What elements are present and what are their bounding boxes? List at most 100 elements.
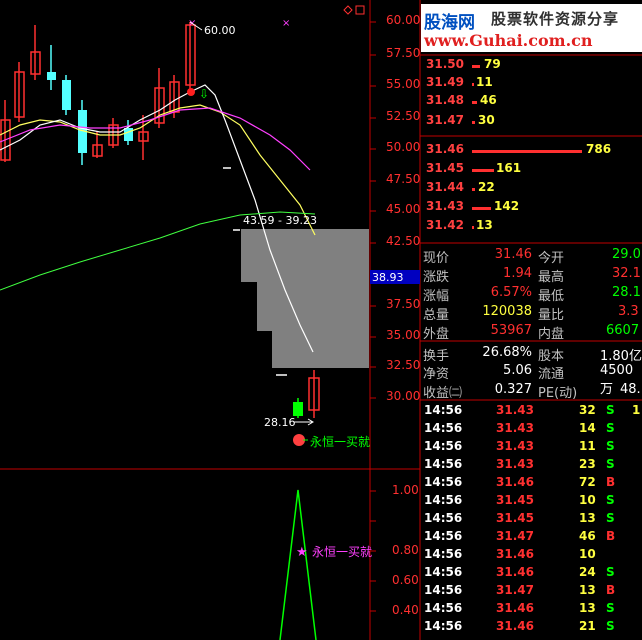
down-arrow-icon: ⇩	[199, 87, 209, 101]
tick-vol: 10	[579, 493, 596, 507]
axis-label: 52.50	[386, 109, 421, 123]
axis-label: 55.00	[386, 77, 421, 91]
quote-label: 收益㈡	[423, 386, 463, 401]
axis-label: 50.00	[386, 140, 421, 154]
quote-label: PE(动)	[538, 386, 578, 401]
tick-vol: 24	[579, 565, 596, 579]
tick-row: 14:56 31.43 23 S	[422, 457, 642, 475]
tick-row: 14:56 31.46 13 S	[422, 601, 642, 619]
range-box	[272, 331, 369, 368]
tick-time: 14:56	[424, 529, 463, 543]
quote-label: 涨跌	[423, 270, 450, 285]
bid-volume: 142	[494, 199, 520, 213]
ask-price: 31.47	[426, 113, 464, 127]
tick-row: 14:56 31.47 46 B	[422, 529, 642, 547]
bid-price: 31.42	[426, 218, 464, 232]
bid-volume: 22	[478, 180, 495, 194]
tick-vol: 23	[579, 457, 596, 471]
quote-label: 换手	[423, 349, 450, 364]
quote-label: 净资	[423, 367, 450, 382]
tick-price: 31.45	[496, 493, 534, 507]
ask-bar	[472, 121, 475, 124]
tick-time: 14:56	[424, 547, 463, 561]
axis-label: 0.80	[392, 543, 419, 557]
quote-label: 今开	[538, 251, 565, 266]
ask-volume: 46	[480, 93, 497, 107]
quote-value: 1.94	[503, 266, 532, 281]
diamond-icon	[343, 5, 353, 15]
quote-label: 内盘	[538, 327, 565, 342]
axis-label: 45.00	[386, 202, 421, 216]
ask-bar	[472, 65, 480, 68]
tick-side: S	[606, 511, 615, 525]
bid-volume: 13	[476, 218, 493, 232]
tick-row: 14:56 31.46 10	[422, 547, 642, 565]
axis-label: 35.00	[386, 328, 421, 342]
quote-value: 0.327	[494, 382, 532, 397]
bid-volume: 786	[586, 142, 612, 156]
tick-side: S	[606, 421, 615, 435]
tick-extra: 1	[632, 403, 641, 417]
tick-price: 31.47	[496, 583, 534, 597]
tick-row: 14:56 31.47 13 B	[422, 583, 642, 601]
quote-label: 最低	[538, 289, 565, 304]
quote-value: 6.57%	[490, 285, 532, 300]
bid-price: 31.44	[426, 180, 464, 194]
tick-side: S	[606, 493, 615, 507]
tick-price: 31.46	[496, 565, 534, 579]
tick-price: 31.46	[496, 475, 534, 489]
tick-vol: 13	[579, 601, 596, 615]
tick-side: S	[606, 565, 615, 579]
quote-label: 外盘	[423, 327, 450, 342]
tick-time: 14:56	[424, 601, 463, 615]
tick-time: 14:56	[424, 619, 463, 633]
tick-row: 14:56 31.46 24 S	[422, 565, 642, 583]
tick-time: 14:56	[424, 565, 463, 579]
tick-row: 14:56 31.46 72 B	[422, 475, 642, 493]
bid-bar	[472, 207, 491, 210]
quote-value: 48.1	[620, 382, 642, 397]
tick-row: 14:56 31.43 11 S	[422, 439, 642, 457]
tick-vol: 21	[579, 619, 596, 633]
bid-bar	[472, 150, 582, 153]
tick-price: 31.43	[496, 457, 534, 471]
quote-value: 29.0	[612, 247, 641, 262]
tick-vol: 72	[579, 475, 596, 489]
axis-label: 42.50	[386, 234, 421, 248]
quote-value: 32.1	[612, 266, 641, 281]
bid-price: 31.43	[426, 199, 464, 213]
tick-time: 14:56	[424, 511, 463, 525]
bid-volume: 161	[496, 161, 522, 175]
axis-label: 47.50	[386, 172, 421, 186]
site-logo[interactable]: 股海网 股票软件资源分享 www.Guhai.com.cn	[421, 4, 642, 52]
tick-time: 14:56	[424, 457, 463, 471]
tick-side: S	[606, 457, 615, 471]
logo-subtitle: 股票软件资源分享	[491, 10, 620, 28]
axis-label: 60.00	[386, 13, 421, 27]
axis-label: 57.50	[386, 46, 421, 60]
tick-vol: 13	[579, 511, 596, 525]
quote-label: 总量	[423, 308, 450, 323]
quote-value: 5.06	[503, 363, 532, 378]
tick-side: S	[606, 403, 615, 417]
quote-value: 3.3	[618, 304, 639, 319]
ask-bar	[472, 101, 477, 104]
tick-price: 31.43	[496, 421, 534, 435]
bid-bar	[472, 226, 474, 229]
tick-side: B	[606, 529, 616, 543]
ask-volume: 11	[476, 75, 493, 89]
quote-value: 26.68%	[482, 345, 532, 360]
ask-bar	[472, 83, 474, 86]
signal-dot-icon	[187, 88, 195, 96]
signal-label: 永恒一买就	[310, 435, 371, 449]
tick-row: 14:56 31.46 21 S	[422, 619, 642, 637]
quote-label: 量比	[538, 308, 565, 323]
current-price-tag: 38.93	[372, 271, 404, 284]
logo-url: www.Guhai.com.cn	[424, 31, 593, 50]
ask-price: 31.48	[426, 93, 464, 107]
tick-time: 14:56	[424, 421, 463, 435]
axis-label: 1.00	[392, 483, 419, 497]
tick-row: 14:56 31.43 32 S 1	[422, 403, 642, 421]
range-box	[241, 229, 369, 282]
tick-vol: 14	[579, 421, 596, 435]
